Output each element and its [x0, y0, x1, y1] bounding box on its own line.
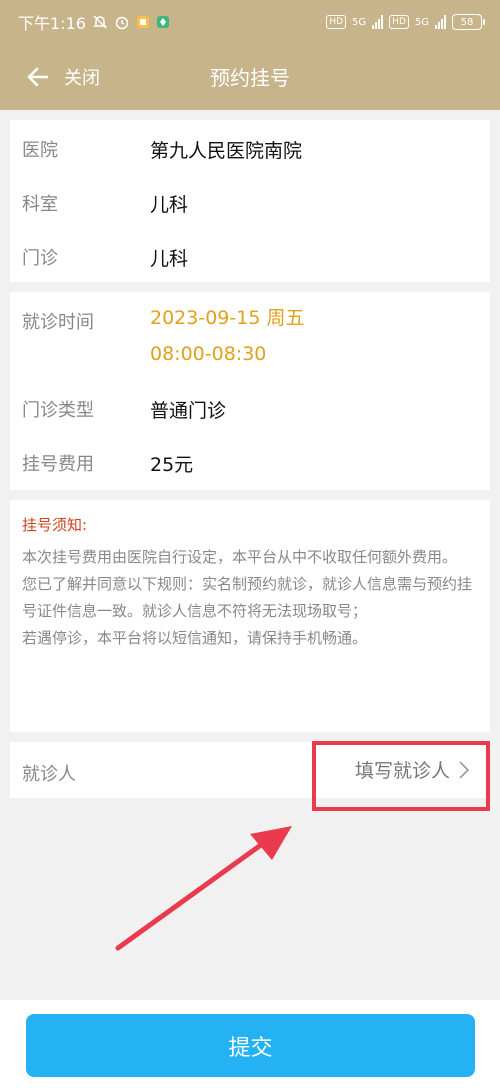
- notice-text: 本次挂号费用由医院自行设定，本平台从中不收取任何额外费用。 您已了解并同意以下规…: [22, 544, 482, 652]
- hd-icon-2: HD: [389, 15, 409, 29]
- visit-date-value: 2023-09-15 周五: [150, 307, 305, 329]
- department-value: 儿科: [150, 194, 189, 216]
- signal-icon-2: [435, 15, 446, 29]
- department-label: 科室: [22, 194, 58, 215]
- hospital-info-card: 医院 第九人民医院南院 科室 儿科 门诊 儿科: [10, 120, 490, 282]
- submit-button[interactable]: 提交: [26, 1014, 475, 1077]
- notice-line-1: 本次挂号费用由医院自行设定，本平台从中不收取任何额外费用。: [22, 548, 458, 566]
- back-button[interactable]: [22, 60, 52, 94]
- patient-label: 就诊人: [22, 764, 76, 785]
- back-arrow-icon: [27, 67, 48, 87]
- battery-icon: 58: [452, 14, 485, 30]
- annotation-arrow: [115, 826, 292, 951]
- clinic-type-label: 门诊类型: [22, 400, 94, 421]
- nav-bar: 关闭 预约挂号: [0, 44, 500, 110]
- notice-line-2: 您已了解并同意以下规则：实名制预约就诊，就诊人信息需与预约挂号证件信息一致。就诊…: [22, 575, 473, 620]
- signal-icon: [372, 15, 384, 29]
- alarm-icon: [114, 14, 130, 30]
- close-button[interactable]: 关闭: [64, 64, 100, 90]
- clinic-value: 儿科: [150, 248, 189, 270]
- fee-value: 25元: [150, 454, 194, 476]
- notice-title: 挂号须知:: [22, 516, 88, 534]
- network-type-1: 5G: [352, 16, 367, 28]
- app-notification-icon-2: [156, 15, 170, 29]
- clinic-label: 门诊: [22, 248, 58, 269]
- notice-line-3: 若遇停诊，本平台将以短信通知，请保持手机畅通。: [22, 629, 368, 647]
- hospital-value: 第九人民医院南院: [150, 140, 303, 162]
- status-time: 下午1:16: [18, 14, 86, 33]
- hd-icon: HD: [326, 15, 347, 29]
- annotation-highlight-box: [312, 741, 490, 811]
- footer-bar: 提交: [0, 1000, 500, 1091]
- app-notification-icon: [136, 15, 150, 29]
- visit-time-value: 08:00-08:30: [150, 343, 267, 365]
- appointment-card: 就诊时间 2023-09-15 周五 08:00-08:30 门诊类型 普通门诊…: [10, 292, 490, 490]
- notice-card: 挂号须知: 本次挂号费用由医院自行设定，本平台从中不收取任何额外费用。 您已了解…: [10, 500, 490, 732]
- clinic-type-value: 普通门诊: [150, 400, 227, 422]
- status-bar: 下午1:16 HD 5G HD 5G 58: [0, 0, 500, 44]
- network-type-2: 5G: [414, 16, 429, 28]
- bell-muted-icon: [92, 14, 108, 30]
- fee-label: 挂号费用: [22, 454, 94, 475]
- hospital-label: 医院: [22, 140, 58, 161]
- visit-time-label: 就诊时间: [22, 312, 94, 333]
